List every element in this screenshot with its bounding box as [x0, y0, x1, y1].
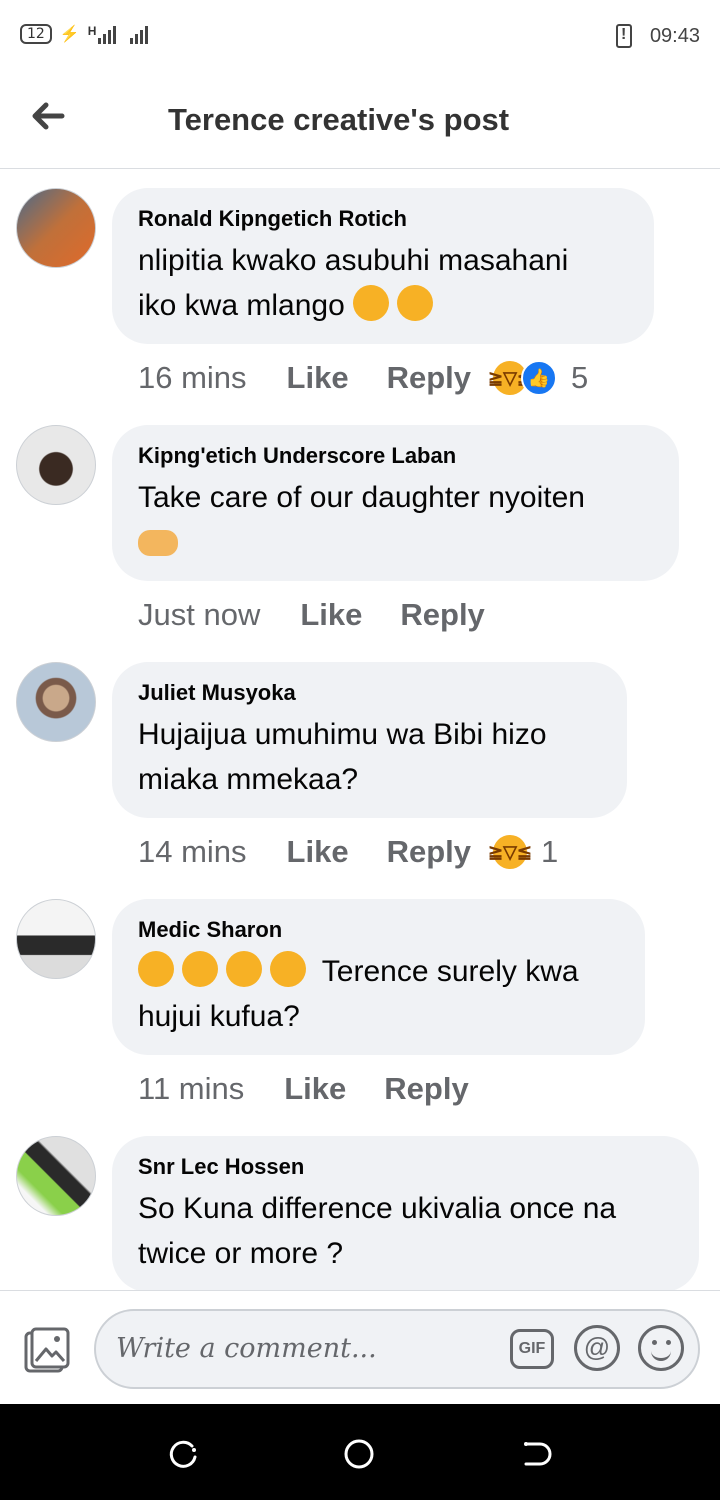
- status-left: 12 ⚡ H: [20, 24, 149, 44]
- home-button-icon[interactable]: [343, 1438, 375, 1470]
- like-button[interactable]: Like: [287, 360, 349, 396]
- page-title: Terence creative's post: [168, 102, 510, 137]
- comment-text-line: Take care of our daughter nyoiten: [138, 481, 585, 514]
- back-button-icon[interactable]: [520, 1438, 552, 1470]
- avatar[interactable]: [16, 1136, 96, 1216]
- comment-time[interactable]: 16 mins: [138, 360, 247, 396]
- tears-of-joy-emoji-icon: [138, 951, 174, 987]
- comment-author[interactable]: Medic Sharon: [138, 917, 619, 943]
- reply-button[interactable]: Reply: [400, 597, 484, 633]
- back-arrow-icon[interactable]: [28, 96, 68, 136]
- comment-text: Hujaijua umuhimu wa Bibi hizo miaka mmek…: [138, 712, 601, 802]
- comment-author[interactable]: Snr Lec Hossen: [138, 1154, 673, 1180]
- avatar[interactable]: [16, 425, 96, 505]
- reaction-count: 5: [571, 360, 589, 395]
- comment-text-line: So Kuna difference ukivalia once na: [138, 1192, 617, 1225]
- reply-button[interactable]: Reply: [387, 360, 471, 396]
- recent-apps-icon[interactable]: [168, 1438, 200, 1470]
- reactions-summary[interactable]: ≧▽≦ 👍 5: [488, 360, 589, 396]
- rolling-laughing-emoji-icon: [347, 279, 396, 327]
- comment-text-line: Terence surely kwa: [138, 945, 619, 994]
- like-button[interactable]: Like: [287, 834, 349, 870]
- comment-bubble[interactable]: Medic Sharon Terence surely kwa hujui ku…: [112, 899, 645, 1055]
- comment-text-line-2: [138, 520, 653, 565]
- reply-button[interactable]: Reply: [387, 834, 471, 870]
- comment-composer: Write a comment... GIF @: [0, 1290, 720, 1405]
- comment-time[interactable]: 11 mins: [138, 1071, 244, 1107]
- comment-time[interactable]: Just now: [138, 597, 260, 633]
- comment-input[interactable]: Write a comment... GIF @: [94, 1309, 700, 1389]
- phone-alert-icon: [615, 24, 632, 48]
- charging-icon: ⚡: [59, 26, 80, 43]
- comment-bubble[interactable]: Snr Lec Hossen So Kuna difference ukival…: [112, 1136, 699, 1292]
- comment-text-line-2: miaka mmekaa?: [138, 763, 359, 796]
- like-button[interactable]: Like: [300, 597, 362, 633]
- signal-bars-2-icon: [130, 24, 149, 44]
- comment-meta: Just now Like Reply: [138, 597, 523, 633]
- comment-text-line-2: twice or more ?: [138, 1237, 344, 1270]
- clock: 09:43: [649, 24, 700, 47]
- comment-bubble[interactable]: Kipng'etich Underscore Laban Take care o…: [112, 425, 679, 581]
- tears-of-joy-emoji-icon: [226, 951, 262, 987]
- laughing-emoji-icon: ≧▽≦: [488, 835, 532, 869]
- comment-text-line: Hujaijua umuhimu wa Bibi hizo: [138, 718, 547, 751]
- like-button[interactable]: Like: [284, 1071, 346, 1107]
- avatar[interactable]: [16, 188, 96, 268]
- thumbs-up-icon: 👍: [521, 360, 557, 396]
- reply-button[interactable]: Reply: [384, 1071, 468, 1107]
- reaction-count: 1: [541, 834, 559, 869]
- comment-author[interactable]: Ronald Kipngetich Rotich: [138, 206, 628, 232]
- rolling-laughing-emoji-icon: [264, 945, 312, 993]
- comment-author[interactable]: Kipng'etich Underscore Laban: [138, 443, 653, 469]
- android-nav-bar: [0, 1404, 720, 1500]
- comment-text-line: nlipitia kwako asubuhi masahani: [138, 244, 569, 277]
- comment-meta: 11 mins Like Reply: [138, 1071, 507, 1107]
- comment-text: Take care of our daughter nyoiten: [138, 475, 653, 565]
- comment-time[interactable]: 14 mins: [138, 834, 247, 870]
- comment-text: Terence surely kwa hujui kufua?: [138, 945, 619, 1039]
- comment-text: nlipitia kwako asubuhi masahani iko kwa …: [138, 238, 628, 328]
- comment-text-line-2-text: iko kwa mlango: [138, 289, 345, 322]
- avatar[interactable]: [16, 899, 96, 979]
- comment-bubble[interactable]: Juliet Musyoka Hujaijua umuhimu wa Bibi …: [112, 662, 627, 818]
- rolling-laughing-emoji-icon: [391, 279, 440, 327]
- avatar[interactable]: [16, 662, 96, 742]
- emoji-smiley-icon[interactable]: [638, 1325, 684, 1371]
- comment-placeholder: Write a comment...: [116, 1333, 377, 1364]
- battery-indicator: 12: [20, 24, 52, 44]
- comment-meta: 16 mins Like Reply ≧▽≦ 👍 5: [138, 360, 588, 396]
- signal-bars-icon: [98, 24, 117, 44]
- handshake-emoji-icon: [138, 530, 178, 556]
- gif-button[interactable]: GIF: [510, 1329, 554, 1369]
- status-bar: 12 ⚡ H 09:43: [0, 0, 720, 72]
- post-header: Terence creative's post: [0, 72, 720, 169]
- signal-label: H: [87, 24, 97, 38]
- comment-text-line-2: hujui kufua?: [138, 1000, 300, 1033]
- status-right: 09:43: [615, 24, 700, 48]
- tears-of-joy-emoji-icon: [182, 951, 218, 987]
- comment-bubble[interactable]: Ronald Kipngetich Rotich nlipitia kwako …: [112, 188, 654, 344]
- photo-attach-icon[interactable]: [22, 1325, 72, 1375]
- mention-button[interactable]: @: [574, 1325, 620, 1371]
- comment-author[interactable]: Juliet Musyoka: [138, 680, 601, 706]
- comment-text-line-text: Terence surely kwa: [321, 955, 579, 988]
- comment-meta: 14 mins Like Reply ≧▽≦ 1: [138, 834, 558, 870]
- comment-text-line-2: iko kwa mlango: [138, 279, 628, 328]
- comment-text: So Kuna difference ukivalia once na twic…: [138, 1186, 673, 1276]
- reactions-summary[interactable]: ≧▽≦ 1: [488, 834, 559, 870]
